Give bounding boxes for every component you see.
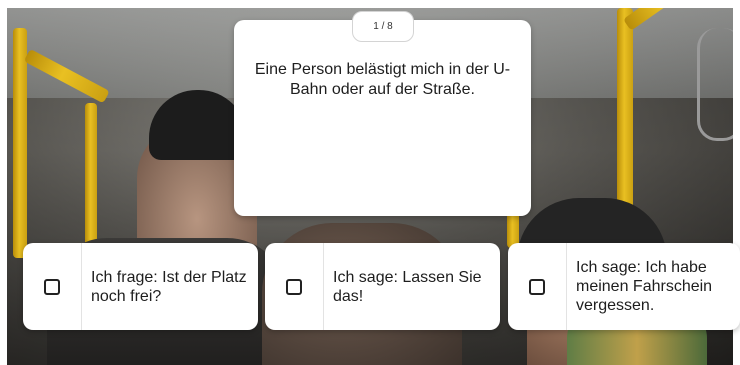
answer-option-3[interactable]: Ich sage: Ich habe meinen Fahrschein ver… bbox=[508, 243, 740, 330]
answer-checkbox-column bbox=[23, 243, 82, 330]
checkbox-icon[interactable] bbox=[44, 278, 60, 295]
question-text: Eine Person belästigt mich in der U-Bahn… bbox=[254, 61, 511, 98]
answer-label: Ich sage: Ich habe meinen Fahrschein ver… bbox=[576, 259, 713, 314]
question-card: 1 / 8 Eine Person belästigt mich in der … bbox=[234, 11, 531, 216]
checkbox-icon[interactable] bbox=[529, 278, 545, 295]
checkbox-icon[interactable] bbox=[286, 278, 302, 295]
quiz-stage: 1 / 8 Eine Person belästigt mich in der … bbox=[0, 0, 740, 365]
answer-checkbox-column bbox=[265, 243, 324, 330]
answer-checkbox-column bbox=[508, 243, 567, 330]
answer-label: Ich frage: Ist der Platz noch frei? bbox=[91, 268, 247, 305]
question-counter: 1 / 8 bbox=[352, 11, 414, 42]
answer-option-1[interactable]: Ich frage: Ist der Platz noch frei? bbox=[23, 243, 258, 330]
answer-label: Ich sage: Lassen Sie das! bbox=[333, 268, 482, 305]
answer-option-2[interactable]: Ich sage: Lassen Sie das! bbox=[265, 243, 500, 330]
